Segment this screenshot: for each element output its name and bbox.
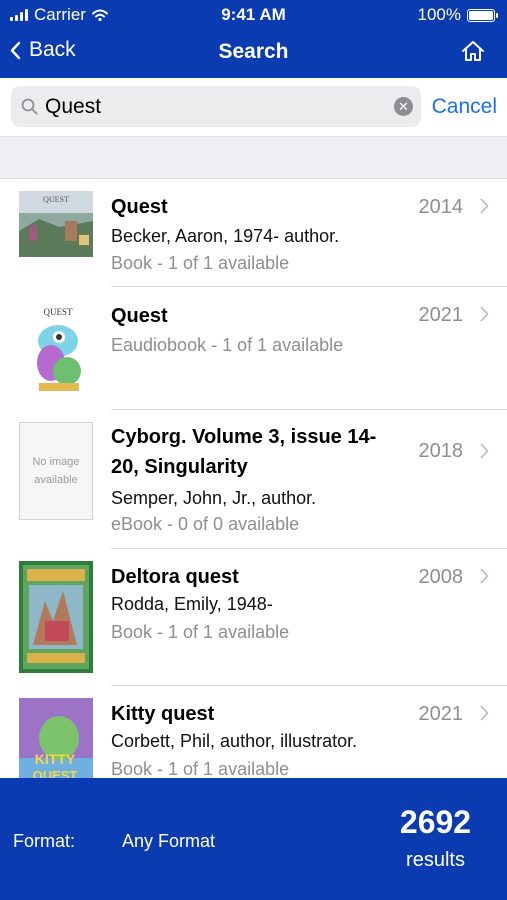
result-title: Cyborg. Volume 3, issue 14-20, Singulari… bbox=[111, 426, 377, 478]
results-list: QUEST Quest Becker, Aaron, 1974- author.… bbox=[0, 179, 507, 778]
book-cover: QUEST bbox=[29, 301, 87, 402]
status-bar: Carrier 9:41 AM 100% bbox=[0, 0, 507, 30]
no-image-placeholder: No image available bbox=[19, 422, 93, 520]
back-label: Back bbox=[29, 38, 76, 61]
chevron-right-icon bbox=[480, 568, 489, 584]
chevron-right-icon bbox=[480, 443, 489, 459]
clear-search-button[interactable]: ✕ bbox=[394, 97, 413, 116]
result-year: 2014 bbox=[418, 196, 464, 218]
result-year: 2008 bbox=[418, 566, 464, 588]
svg-text:QUEST: QUEST bbox=[33, 768, 78, 778]
svg-text:KITTY: KITTY bbox=[35, 751, 76, 767]
book-cover: QUEST bbox=[19, 191, 93, 262]
result-title: Quest bbox=[111, 305, 168, 327]
result-availability: Book - 1 of 1 available bbox=[111, 759, 290, 778]
result-year: 2021 bbox=[418, 304, 464, 326]
status-right: 100% bbox=[417, 5, 498, 25]
back-button[interactable]: Back bbox=[10, 38, 76, 62]
home-button[interactable] bbox=[461, 40, 485, 67]
search-field: ✕ bbox=[11, 86, 421, 127]
results-count: 2692 bbox=[399, 804, 472, 840]
close-icon: ✕ bbox=[398, 99, 409, 114]
search-icon bbox=[21, 98, 38, 115]
battery-percent: 100% bbox=[417, 5, 461, 24]
result-title: Quest bbox=[111, 196, 168, 218]
search-bar: ✕ Cancel bbox=[0, 78, 507, 136]
result-row[interactable]: QUEST Quest Becker, Aaron, 1974- author.… bbox=[0, 179, 507, 287]
no-image-text: No image bbox=[32, 456, 80, 468]
result-row[interactable]: KITTY QUEST Kitty quest Corbett, Phil, a… bbox=[0, 686, 507, 778]
svg-text:QUEST: QUEST bbox=[43, 195, 69, 204]
result-author: Corbett, Phil, author, illustrator. bbox=[111, 731, 358, 751]
book-cover: KITTY QUEST bbox=[19, 698, 93, 778]
page-title: Search bbox=[218, 40, 289, 63]
format-label: Format: bbox=[13, 831, 76, 851]
result-availability: eBook - 0 of 0 available bbox=[111, 514, 300, 534]
result-row[interactable]: No image available Cyborg. Volume 3, iss… bbox=[0, 410, 507, 549]
top-bar: Carrier 9:41 AM 100% Back Search bbox=[0, 0, 507, 78]
results-count-label: results bbox=[406, 849, 465, 871]
home-icon bbox=[462, 41, 484, 61]
result-row[interactable]: Deltora quest Rodda, Emily, 1948- Book -… bbox=[0, 549, 507, 686]
result-availability: Book - 1 of 1 available bbox=[111, 253, 290, 273]
chevron-left-icon bbox=[10, 41, 21, 59]
section-spacer bbox=[0, 136, 507, 179]
result-title: Kitty quest bbox=[111, 703, 215, 725]
cancel-button[interactable]: Cancel bbox=[432, 95, 497, 119]
result-author: Rodda, Emily, 1948- bbox=[111, 594, 273, 614]
book-cover bbox=[19, 561, 93, 678]
battery-icon bbox=[467, 8, 498, 22]
format-selector[interactable]: Any Format bbox=[122, 831, 215, 852]
results-footer: Format: Any Format 2692 results bbox=[0, 778, 507, 900]
result-author: Semper, John, Jr., author. bbox=[111, 488, 317, 508]
nav-bar: Back Search bbox=[0, 30, 507, 78]
svg-text:QUEST: QUEST bbox=[44, 307, 74, 317]
no-image-text: available bbox=[34, 474, 78, 486]
result-year: 2021 bbox=[418, 703, 464, 725]
result-author: Becker, Aaron, 1974- author. bbox=[111, 226, 340, 246]
result-year: 2018 bbox=[418, 440, 464, 462]
chevron-right-icon bbox=[480, 306, 489, 322]
result-availability: Book - 1 of 1 available bbox=[111, 622, 290, 642]
search-input[interactable] bbox=[45, 86, 365, 127]
result-row[interactable]: QUEST Quest Eaudiobook - 1 of 1 availabl… bbox=[0, 287, 507, 410]
chevron-right-icon bbox=[480, 705, 489, 721]
result-title: Deltora quest bbox=[111, 566, 239, 588]
chevron-right-icon bbox=[480, 198, 489, 214]
result-availability: Eaudiobook - 1 of 1 available bbox=[111, 335, 344, 355]
book-cover: No image available bbox=[19, 422, 93, 520]
